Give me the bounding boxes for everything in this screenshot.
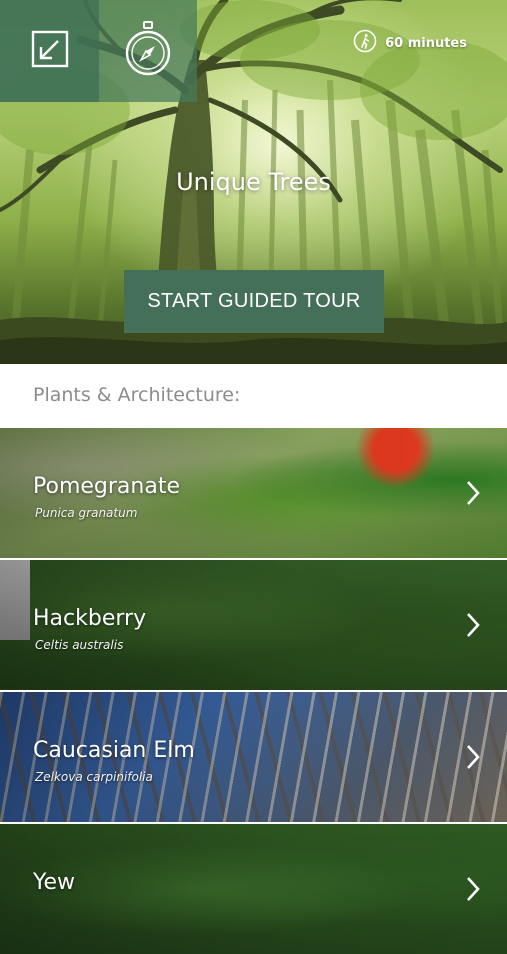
compass-icon	[124, 21, 172, 81]
chevron-right-icon	[465, 480, 481, 510]
list-item-latin-name: Punica granatum	[35, 506, 138, 520]
list-item-pomegranate[interactable]: Pomegranate Punica granatum	[0, 426, 507, 558]
list-item-latin-name: Celtis australis	[35, 638, 124, 652]
list-item-latin-name: Zelkova carpinifolia	[35, 770, 153, 784]
expand-icon	[30, 29, 70, 73]
page-title: Unique Trees	[176, 168, 331, 196]
hero-banner: 60 minutes Unique Trees START GUIDED TOU…	[0, 0, 507, 364]
list-item-name: Yew	[33, 870, 76, 895]
chevron-right-icon	[465, 876, 481, 906]
chevron-right-icon	[465, 612, 481, 642]
list-item-name: Caucasian Elm	[33, 738, 195, 763]
list-item-name: Pomegranate	[33, 474, 180, 499]
list-item-caucasian-elm[interactable]: Caucasian Elm Zelkova carpinifolia	[0, 690, 507, 822]
start-guided-tour-button[interactable]: START GUIDED TOUR	[124, 270, 384, 333]
list-item-yew[interactable]: Yew	[0, 822, 507, 954]
section-title: Plants & Architecture:	[33, 384, 241, 406]
tour-duration: 60 minutes	[353, 29, 467, 57]
chevron-right-icon	[465, 744, 481, 774]
list-item-name: Hackberry	[33, 606, 147, 631]
walking-person-icon	[353, 29, 377, 57]
duration-label: 60 minutes	[385, 35, 467, 51]
section-header: Plants & Architecture:	[0, 364, 507, 426]
expand-button[interactable]	[0, 0, 99, 102]
list-item-hackberry[interactable]: Hackberry Celtis australis	[0, 558, 507, 690]
compass-button[interactable]	[99, 0, 197, 102]
